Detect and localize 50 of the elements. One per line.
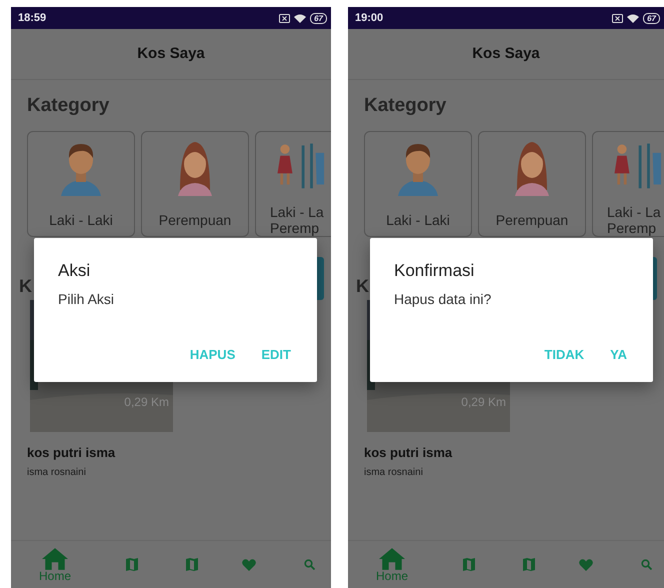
wifi-icon xyxy=(294,14,306,22)
battery-indicator: 67 xyxy=(310,12,327,24)
category-label: Perempuan xyxy=(496,212,568,228)
dialog-button[interactable]: EDIT xyxy=(261,344,291,364)
category-label: Perempuan xyxy=(158,212,232,228)
status-time: 19:00 xyxy=(355,10,384,26)
dialog-title: Aksi xyxy=(58,260,92,282)
map-icon xyxy=(523,558,535,571)
heart-icon xyxy=(242,558,256,570)
sim-icon xyxy=(612,14,624,22)
category-card[interactable]: Laki - La Peremp xyxy=(592,131,664,237)
dialog-message: Pilih Aksi xyxy=(58,290,116,309)
status-time: 18:59 xyxy=(18,10,46,26)
map-icon xyxy=(463,558,475,571)
category-card[interactable]: Perempuan xyxy=(478,131,586,237)
search-icon xyxy=(640,559,652,570)
nav-tab[interactable]: Home xyxy=(348,548,436,582)
listing-title: kos putri isma xyxy=(27,444,116,462)
home-icon xyxy=(379,548,405,570)
category-label: Laki - La Peremp xyxy=(270,204,324,236)
category-card[interactable]: Laki - La Peremp xyxy=(255,131,331,237)
map-icon xyxy=(126,558,138,571)
screen-title: Kos Saya xyxy=(472,44,540,64)
dialog-button[interactable]: TIDAK xyxy=(544,344,584,364)
listing-owner: isma rosnaini xyxy=(364,466,423,480)
wifi-icon xyxy=(627,14,640,22)
screen-title: Kos Saya xyxy=(137,44,205,64)
category-card[interactable]: Laki - Laki xyxy=(364,131,472,237)
heart-icon xyxy=(579,558,593,570)
home-icon xyxy=(42,548,68,570)
dialog-button[interactable]: HAPUS xyxy=(190,344,236,364)
map-icon xyxy=(186,558,198,571)
dialog-button[interactable]: YA xyxy=(610,344,627,364)
dialog-message: Hapus data ini? xyxy=(394,290,492,309)
listing-owner: isma rosnaini xyxy=(27,466,86,480)
section-heading: Kategory xyxy=(27,94,110,118)
category-label: Laki - Laki xyxy=(49,212,113,228)
section-heading: K xyxy=(356,275,369,298)
section-heading: K xyxy=(19,275,32,298)
category-card[interactable]: Laki - Laki xyxy=(27,131,135,237)
dialog-title: Konfirmasi xyxy=(394,260,476,282)
category-card[interactable]: Perempuan xyxy=(141,131,249,237)
battery-indicator: 67 xyxy=(643,12,660,24)
search-icon xyxy=(304,559,314,570)
listing-title: kos putri isma xyxy=(364,444,452,462)
section-heading: Kategory xyxy=(364,94,448,118)
category-label: Laki - Laki xyxy=(386,212,450,228)
category-label: Laki - La Peremp xyxy=(607,204,661,236)
nav-tab[interactable]: Home xyxy=(11,548,99,582)
sim-icon xyxy=(279,14,290,22)
